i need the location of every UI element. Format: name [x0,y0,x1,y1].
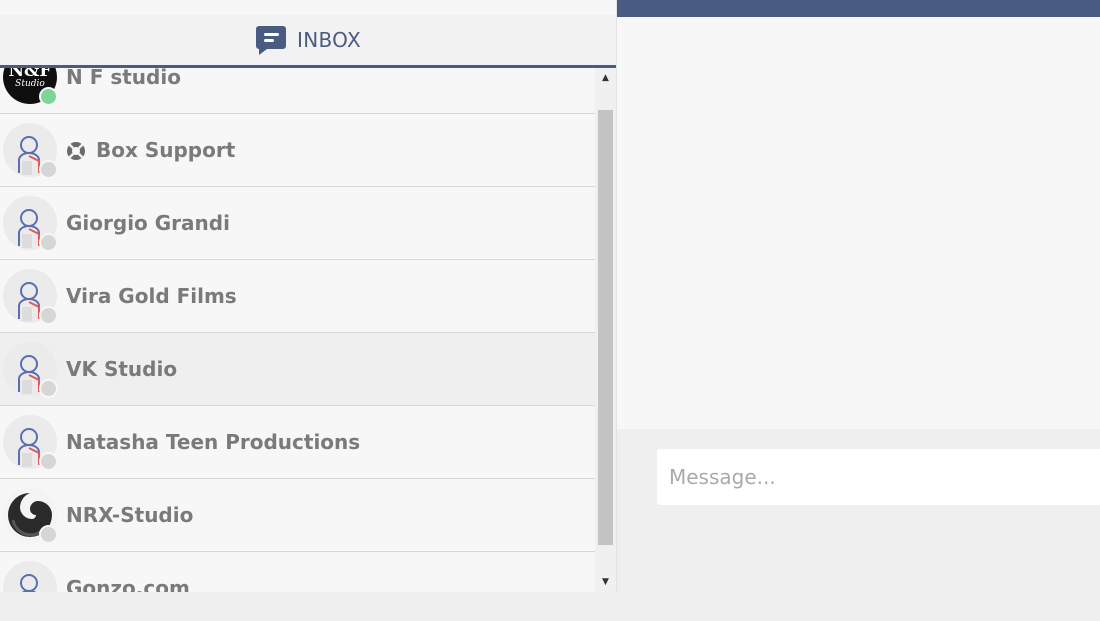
conversation-item[interactable]: N&F Studio N F studio [0,68,595,114]
message-input[interactable] [657,449,1100,505]
message-composer [617,429,1100,592]
status-online-indicator [39,87,58,106]
status-offline-indicator [39,233,58,252]
conversation-item[interactable]: Natasha Teen Productions [0,406,595,479]
message-history-area [617,17,1100,429]
conversation-name: NRX-Studio [66,503,194,527]
scroll-up-arrow-icon[interactable]: ▲ [595,68,616,88]
list-scrollbar[interactable]: ▲ ▼ [595,68,616,592]
conversation-item[interactable]: Gonzo.com [0,552,595,592]
conversation-name: Natasha Teen Productions [66,430,361,454]
status-offline-indicator [39,160,58,179]
scroll-down-arrow-icon[interactable]: ▼ [595,572,616,592]
conversation-name: Box Support [96,138,236,162]
lifebuoy-icon [67,142,85,160]
conversation-name: VK Studio [66,357,178,381]
status-offline-indicator [39,379,58,398]
conversation-list[interactable]: N&F Studio N F studio Box Support Giorgi… [0,68,616,592]
conversation-item[interactable]: Vira Gold Films [0,260,595,333]
status-offline-indicator [39,525,58,544]
conversation-name: N F studio [66,68,181,89]
conversation-name: Vira Gold Films [66,284,237,308]
top-strip [0,0,616,15]
conversation-topbar [617,0,1100,17]
chat-bubble-icon [256,26,287,55]
conversation-item[interactable]: NRX-Studio [0,479,595,552]
avatar [3,561,57,592]
conversation-item[interactable]: VK Studio [0,333,595,406]
conversation-name: Giorgio Grandi [66,211,230,235]
conversation-item[interactable]: Giorgio Grandi [0,187,595,260]
status-offline-indicator [39,306,58,325]
default-user-icon [20,574,38,592]
conversation-item[interactable]: Box Support [0,114,595,187]
conversation-name: Gonzo.com [66,576,190,592]
scrollbar-thumb[interactable] [598,110,613,545]
status-offline-indicator [39,452,58,471]
inbox-header: INBOX [0,15,616,68]
inbox-title: INBOX [297,28,361,52]
bottom-strip [0,592,1100,621]
